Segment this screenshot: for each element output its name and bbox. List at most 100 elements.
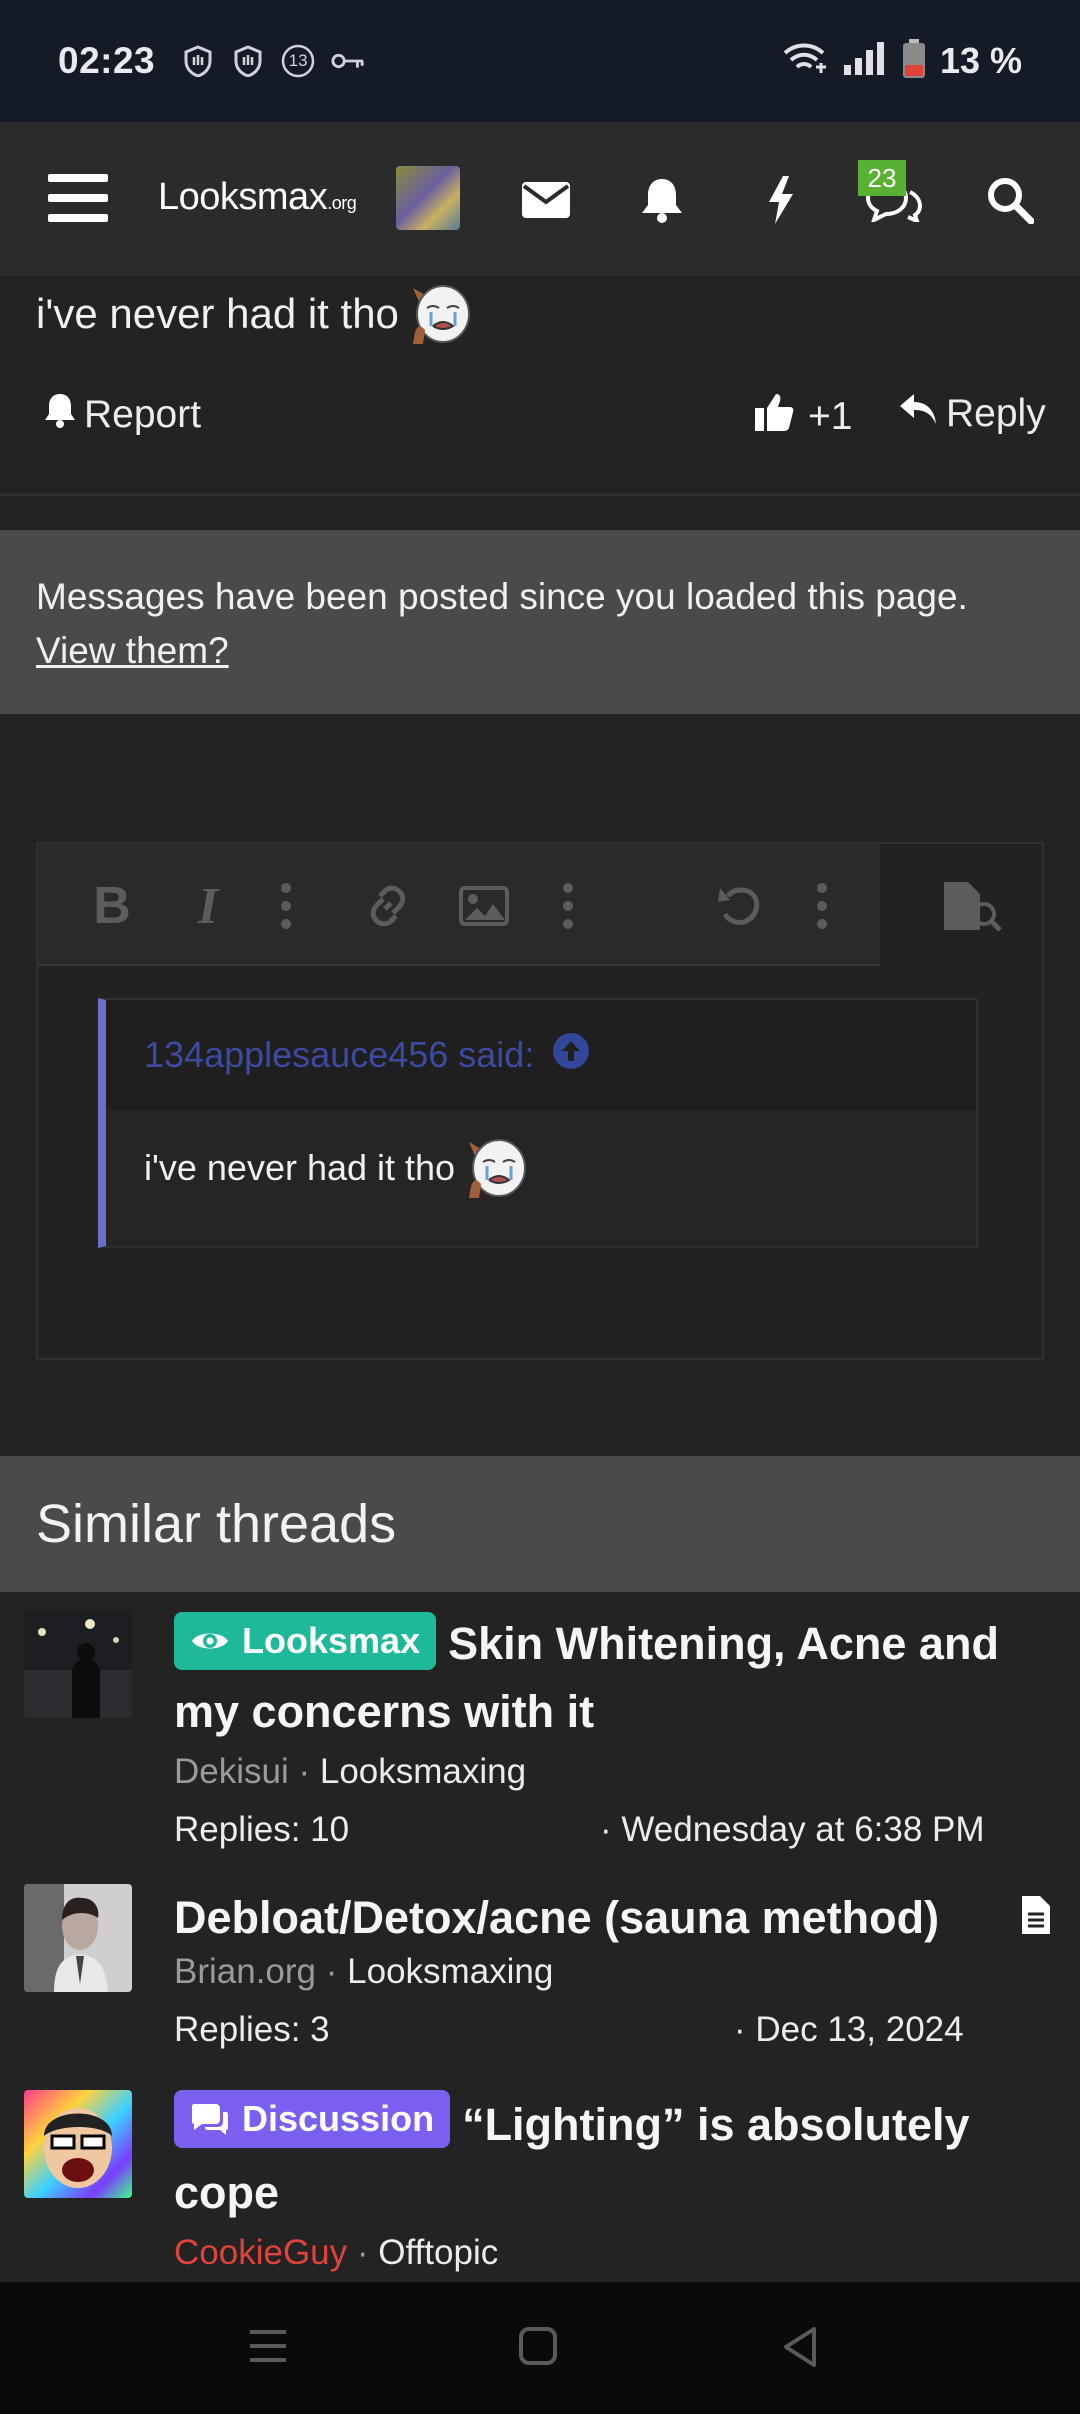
quote-author[interactable]: 134applesauce456 said: (144, 1034, 534, 1076)
user-avatar[interactable] (396, 166, 460, 230)
tag-label: Discussion (242, 2098, 435, 2139)
home-button[interactable] (518, 2326, 558, 2371)
image-button[interactable] (454, 876, 514, 936)
reply-count: Replies: 3 (174, 2010, 330, 2049)
reply-editor[interactable]: B I 134applesauce456 said: i've never ha… (36, 842, 1044, 1360)
like-count: +1 (808, 395, 853, 438)
thread-date: · Dec 13, 2024 (734, 2010, 964, 2049)
undo-icon (718, 887, 760, 925)
post-text: i've never had it tho (36, 290, 399, 337)
vertical-dots-icon (281, 883, 291, 929)
report-button[interactable]: Report (44, 392, 201, 438)
back-button[interactable] (780, 2326, 820, 2373)
crying-face-emoji (465, 1136, 529, 1200)
thread-forum[interactable]: Looksmaxing (347, 1952, 553, 1991)
notification-count-icon: 13 (281, 44, 315, 78)
view-new-messages-link[interactable]: View them? (36, 630, 229, 671)
thread-date: · Wednesday at 6:38 PM (600, 1810, 985, 1849)
preview-document-icon (944, 882, 1002, 932)
bold-button[interactable]: B (82, 876, 142, 936)
quote-text: i've never had it tho (144, 1147, 456, 1188)
recent-apps-icon (250, 2330, 286, 2362)
thread-title[interactable]: Discussion “Lighting” is absolutely cope (174, 2090, 1044, 2227)
site-logo[interactable]: Looksmax.org (158, 176, 357, 219)
thumbs-up-icon (754, 392, 794, 442)
post-body: i've never had it tho (36, 282, 473, 346)
thread-meta: CookieGuy · Offtopic (174, 2233, 499, 2272)
logo-suffix: .org (327, 193, 357, 213)
link-icon (370, 885, 406, 927)
preview-button[interactable] (942, 880, 1002, 937)
home-icon (519, 2327, 557, 2365)
more-options-button[interactable] (792, 876, 852, 936)
thread-forum[interactable]: Offtopic (378, 2233, 498, 2272)
report-label: Report (84, 393, 202, 436)
comments-icon (192, 2104, 228, 2135)
battery-icon (902, 38, 926, 84)
clock: 02:23 (58, 40, 156, 81)
avatar[interactable] (24, 1610, 132, 1718)
reply-count: Replies: 10 (174, 1810, 350, 1849)
battery-percent: 13 % (939, 40, 1022, 81)
vertical-dots-icon (563, 883, 573, 929)
quote-block: 134applesauce456 said: i've never had it… (98, 998, 978, 1248)
prefix-tag[interactable]: Discussion (174, 2090, 451, 2148)
new-messages-notice: Messages have been posted since you load… (0, 530, 1080, 714)
image-icon (459, 886, 509, 926)
thread-meta: Dekisui · Looksmaxing (174, 1752, 527, 1791)
post-footer: i've never had it tho Report +1 Reply (0, 276, 1080, 496)
top-nav: Looksmax.org (0, 122, 1080, 276)
thread-stats: Replies: 3 · Dec 13, 2024 (174, 2010, 1044, 2054)
bell-icon (44, 392, 76, 438)
thread-forum[interactable]: Looksmaxing (320, 1752, 526, 1791)
status-bar: 02:23 13 13 % (0, 0, 1080, 122)
wifi-icon (782, 41, 828, 82)
logo-main: Looksmax (158, 176, 328, 218)
arrow-up-circle-icon[interactable] (552, 1032, 590, 1079)
menu-icon[interactable] (48, 172, 108, 229)
avatar[interactable] (24, 2090, 132, 2198)
crying-face-emoji (409, 282, 473, 346)
recent-apps-button[interactable] (248, 2328, 288, 2369)
thread-title[interactable]: Debloat/Detox/acne (sauna method) (174, 1884, 1044, 1952)
tag-label: Looksmax (242, 1620, 421, 1661)
more-text-options-button[interactable] (256, 876, 316, 936)
system-navigation-bar (0, 2282, 1080, 2414)
lightning-icon[interactable] (752, 172, 808, 228)
thread-title[interactable]: Looksmax Skin Whitening, Acne and my con… (174, 1610, 1044, 1746)
italic-button[interactable]: I (178, 876, 238, 936)
document-icon (1020, 1894, 1052, 1941)
thread-author[interactable]: CookieGuy (174, 2233, 347, 2272)
vertical-dots-icon (817, 883, 827, 929)
thread-stats: Replies: 10 · Wednesday at 6:38 PM (174, 1810, 1044, 1854)
notification-count: 13 (288, 51, 308, 70)
similar-threads-heading: Similar threads (0, 1456, 1080, 1592)
notice-text: Messages have been posted since you load… (36, 576, 968, 617)
thread-meta: Brian.org · Looksmaxing (174, 1952, 554, 1991)
shield-hand-icon (181, 44, 215, 78)
search-icon[interactable] (982, 172, 1038, 228)
bold-icon: B (93, 877, 131, 935)
like-button[interactable]: +1 (754, 392, 852, 442)
thread-author[interactable]: Brian.org (174, 1952, 316, 1991)
link-button[interactable] (358, 876, 418, 936)
key-icon (331, 44, 365, 78)
quote-header: 134applesauce456 said: (106, 1000, 976, 1110)
avatar[interactable] (24, 1884, 132, 1992)
italic-icon: I (197, 877, 219, 935)
reply-label: Reply (946, 392, 1046, 435)
shield-hand-icon (231, 44, 265, 78)
reply-button[interactable]: Reply (898, 392, 1046, 436)
conversations-badge: 23 (858, 160, 906, 196)
back-icon (784, 2327, 816, 2367)
eye-icon (192, 1633, 228, 1649)
reply-arrow-icon (898, 392, 938, 436)
signal-icon (842, 41, 888, 82)
mail-icon[interactable] (518, 172, 574, 228)
bell-icon[interactable] (634, 172, 690, 228)
prefix-tag[interactable]: Looksmax (174, 1612, 437, 1670)
quote-content: i've never had it tho (106, 1110, 976, 1226)
thread-author[interactable]: Dekisui (174, 1752, 289, 1791)
more-insert-options-button[interactable] (538, 876, 598, 936)
undo-button[interactable] (710, 876, 770, 936)
